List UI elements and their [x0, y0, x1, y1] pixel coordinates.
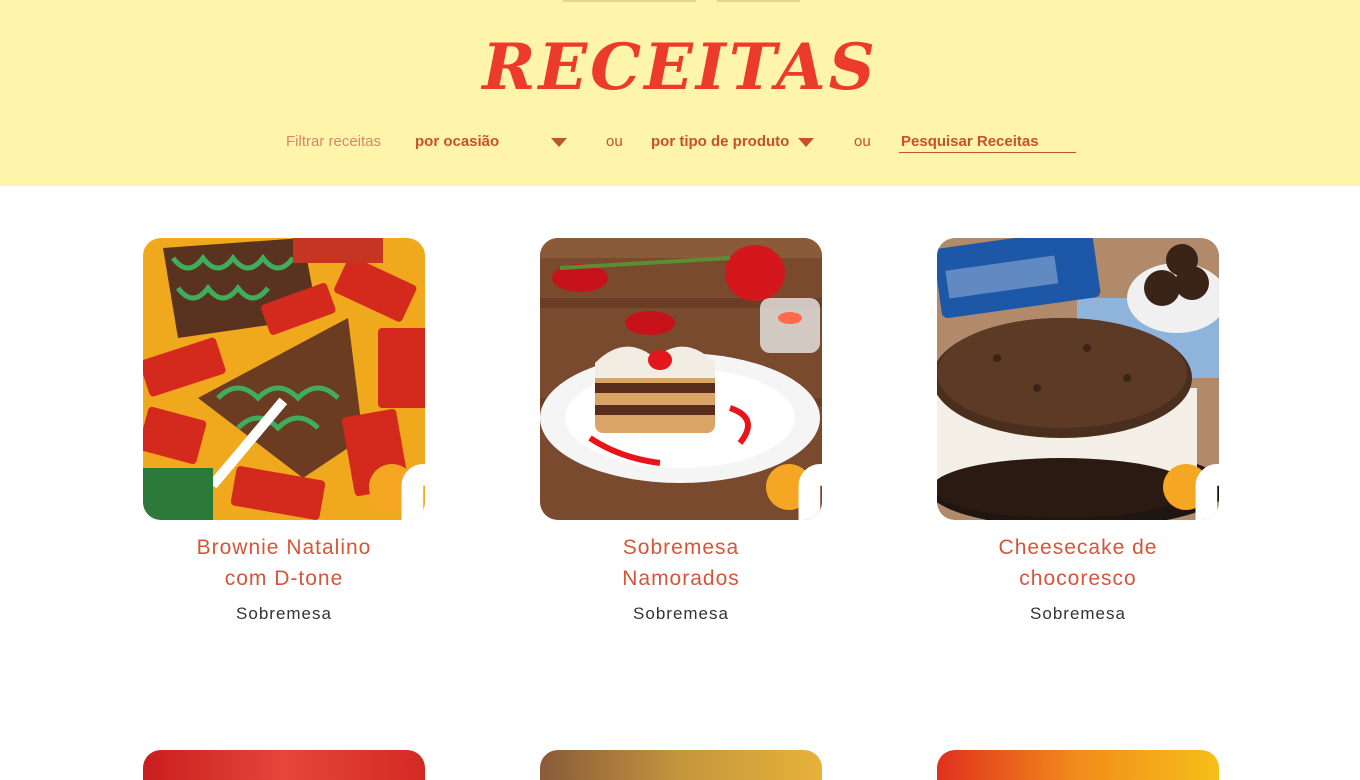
recipe-card[interactable]: Sobremesa Namorados Sobremesa: [540, 238, 822, 624]
recipe-image[interactable]: [143, 750, 425, 780]
recipe-category: Sobremesa: [633, 604, 729, 623]
recipe-category: Sobremesa: [236, 604, 332, 623]
nav-underline: [563, 0, 696, 2]
nav-underline: [717, 0, 800, 2]
or-separator: ou: [854, 133, 871, 150]
page-title: RECEITAS: [482, 30, 878, 105]
document-icon: [1195, 464, 1219, 520]
recipe-open-button[interactable]: [1163, 464, 1219, 520]
search-input[interactable]: [899, 131, 1076, 153]
recipe-title[interactable]: Cheesecake de chocoresco: [937, 532, 1219, 594]
recipe-category: Sobremesa: [1030, 604, 1126, 623]
product-type-dropdown[interactable]: por tipo de produto: [651, 132, 821, 152]
filter-label: Filtrar receitas: [286, 133, 382, 150]
recipe-open-button[interactable]: [369, 464, 425, 520]
caret-down-icon[interactable]: [551, 138, 567, 147]
caret-down-icon[interactable]: [798, 138, 814, 147]
recipe-image[interactable]: [143, 238, 425, 520]
document-icon: [798, 464, 822, 520]
document-icon: [401, 464, 425, 520]
recipe-image[interactable]: [540, 238, 822, 520]
or-separator: ou: [606, 133, 623, 150]
recipe-card[interactable]: Brownie Natalino com D-tone Sobremesa: [143, 238, 425, 624]
header: RECEITAS Filtrar receitas por ocasião ou…: [0, 0, 1360, 186]
recipe-card[interactable]: Cheesecake de chocoresco Sobremesa: [937, 238, 1219, 624]
recipe-title[interactable]: Brownie Natalino com D-tone: [143, 532, 425, 594]
recipe-open-button[interactable]: [766, 464, 822, 520]
recipe-image[interactable]: [540, 750, 822, 780]
recipe-title[interactable]: Sobremesa Namorados: [540, 532, 822, 594]
recipe-image[interactable]: [937, 238, 1219, 520]
recipe-image[interactable]: [937, 750, 1219, 780]
